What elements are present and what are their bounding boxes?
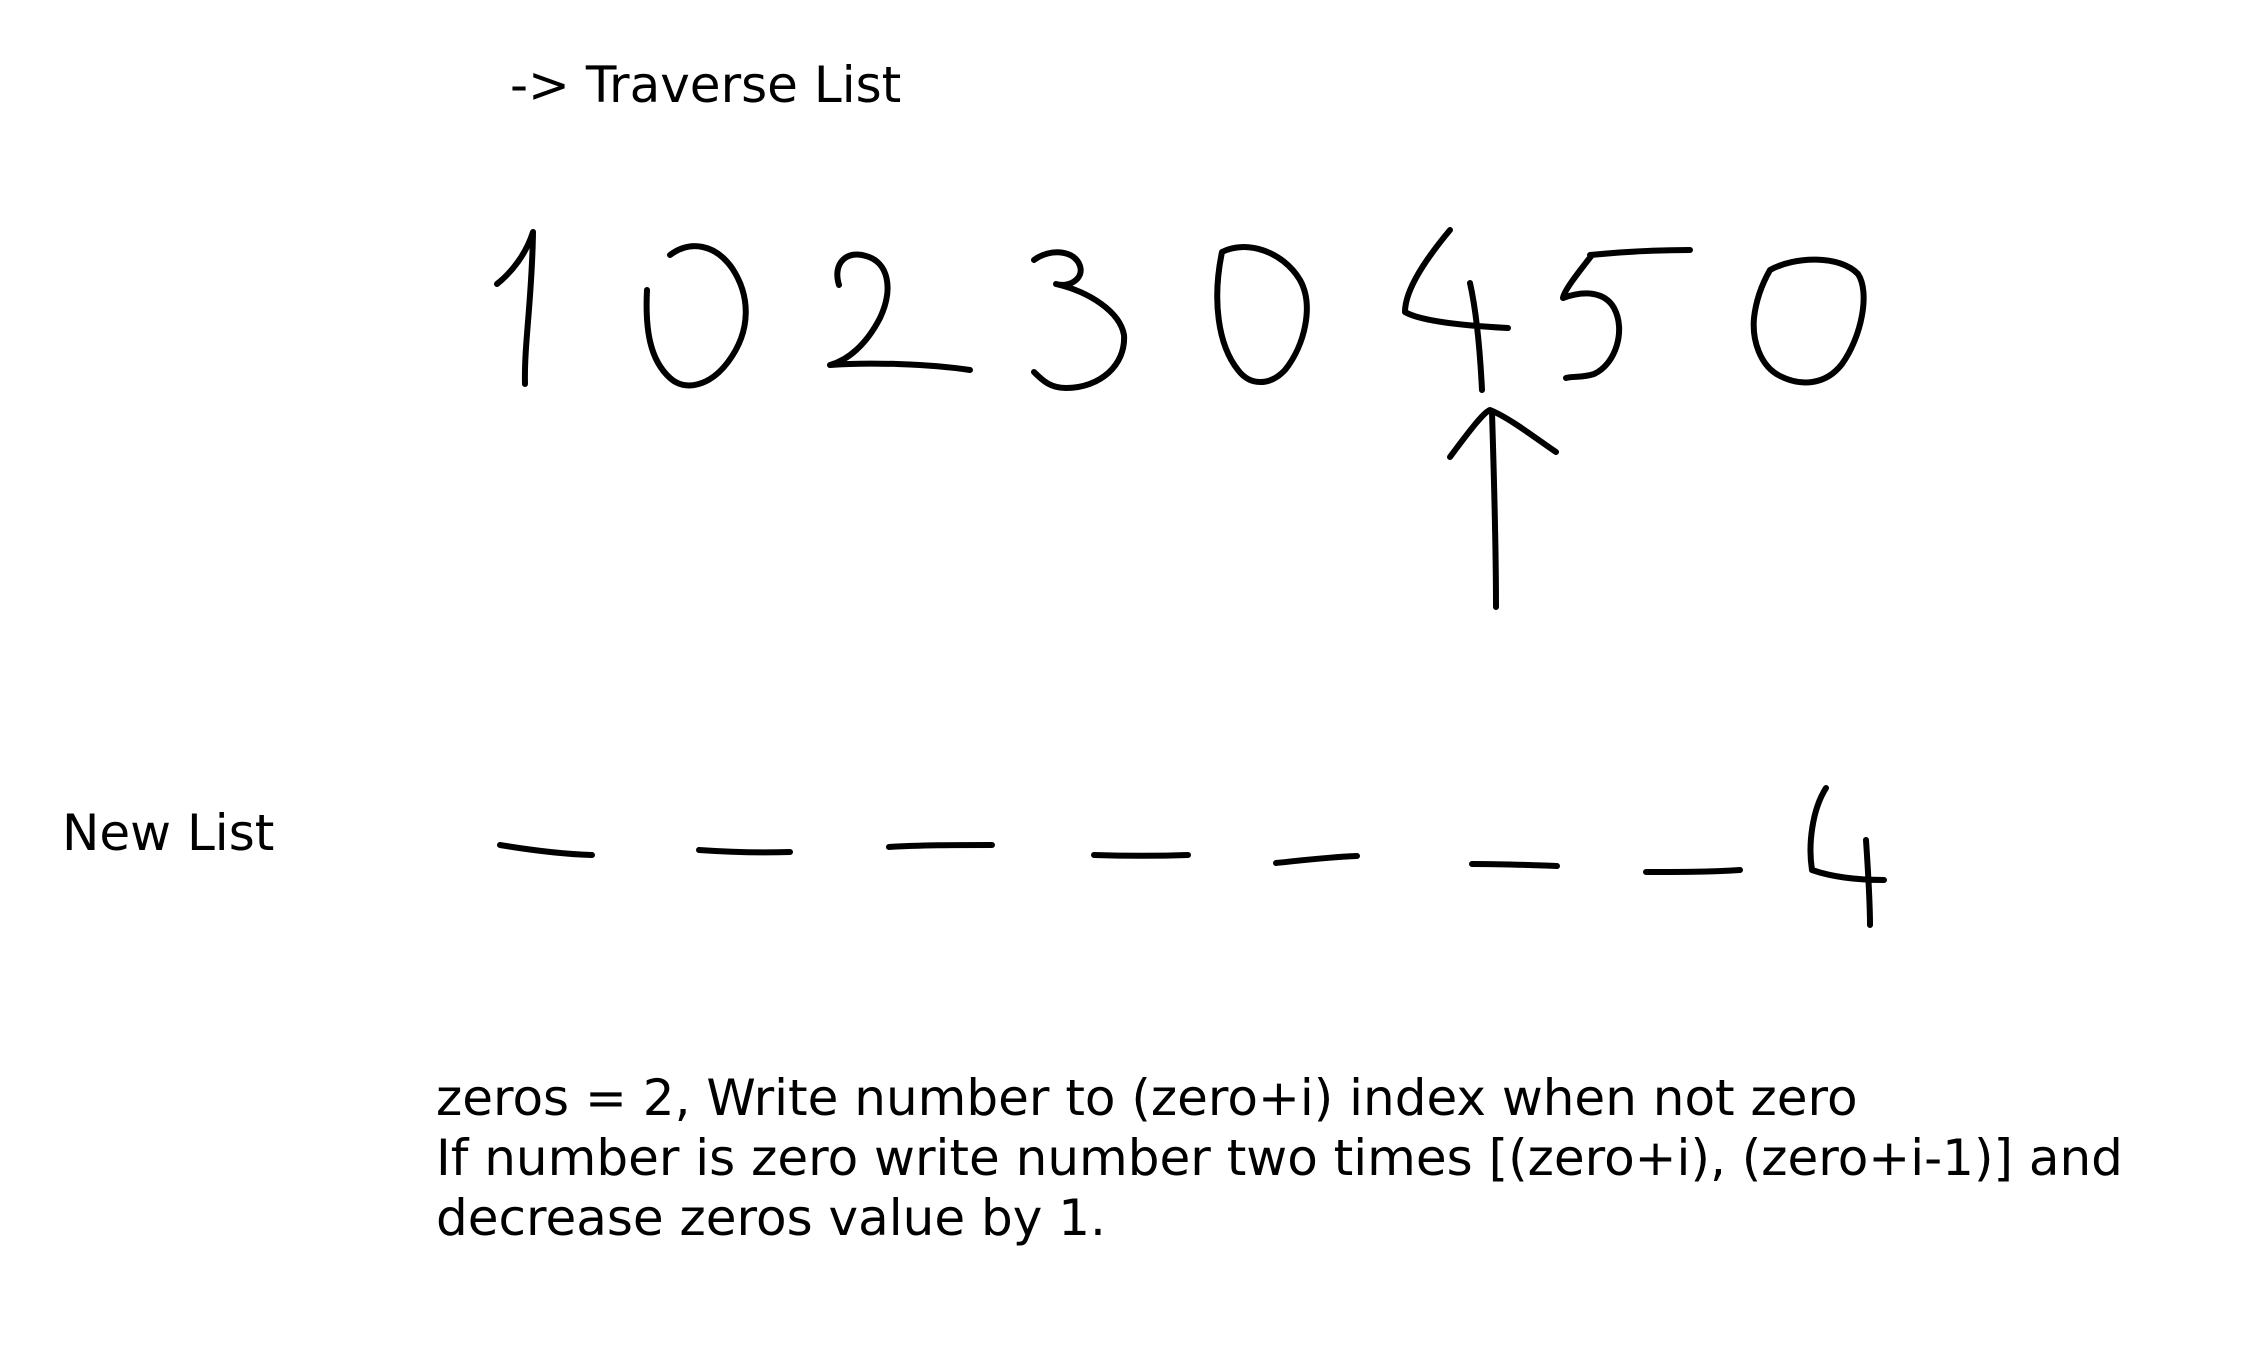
new-list-slot bbox=[696, 847, 793, 856]
traverse-digit-0 bbox=[1214, 244, 1310, 385]
new-list-label: New List bbox=[62, 804, 275, 862]
traverse-list bbox=[494, 227, 1867, 393]
new-list-slot bbox=[886, 842, 995, 850]
arrow-shaft bbox=[1489, 409, 1499, 610]
new-list-slot bbox=[1091, 852, 1191, 859]
traverse-digit-0 bbox=[643, 243, 749, 389]
traverse-digit-5 bbox=[1560, 247, 1693, 381]
note-line-2: If number is zero write number two times… bbox=[436, 1129, 2123, 1187]
pointer-arrow bbox=[1447, 407, 1559, 610]
new-list-digit-4 bbox=[1807, 785, 1887, 928]
note-line-3: decrease zeros value by 1. bbox=[436, 1189, 1106, 1247]
new-list-slot bbox=[1273, 853, 1360, 866]
new-list-slot bbox=[497, 842, 595, 858]
new-list-slots bbox=[497, 785, 1887, 928]
new-list-slot bbox=[1643, 867, 1743, 875]
arrow-head bbox=[1447, 407, 1559, 460]
traverse-digit-2 bbox=[827, 251, 973, 373]
traverse-digit-3 bbox=[1031, 249, 1128, 391]
note-line-1: zeros = 2, Write number to (zero+i) inde… bbox=[436, 1069, 1858, 1127]
traverse-digit-1 bbox=[494, 229, 536, 387]
traverse-digit-4 bbox=[1402, 227, 1511, 393]
algorithm-note: zeros = 2, Write number to (zero+i) inde… bbox=[436, 1068, 2123, 1248]
traverse-digit-0 bbox=[1750, 256, 1867, 386]
new-list-slot bbox=[1469, 861, 1560, 869]
